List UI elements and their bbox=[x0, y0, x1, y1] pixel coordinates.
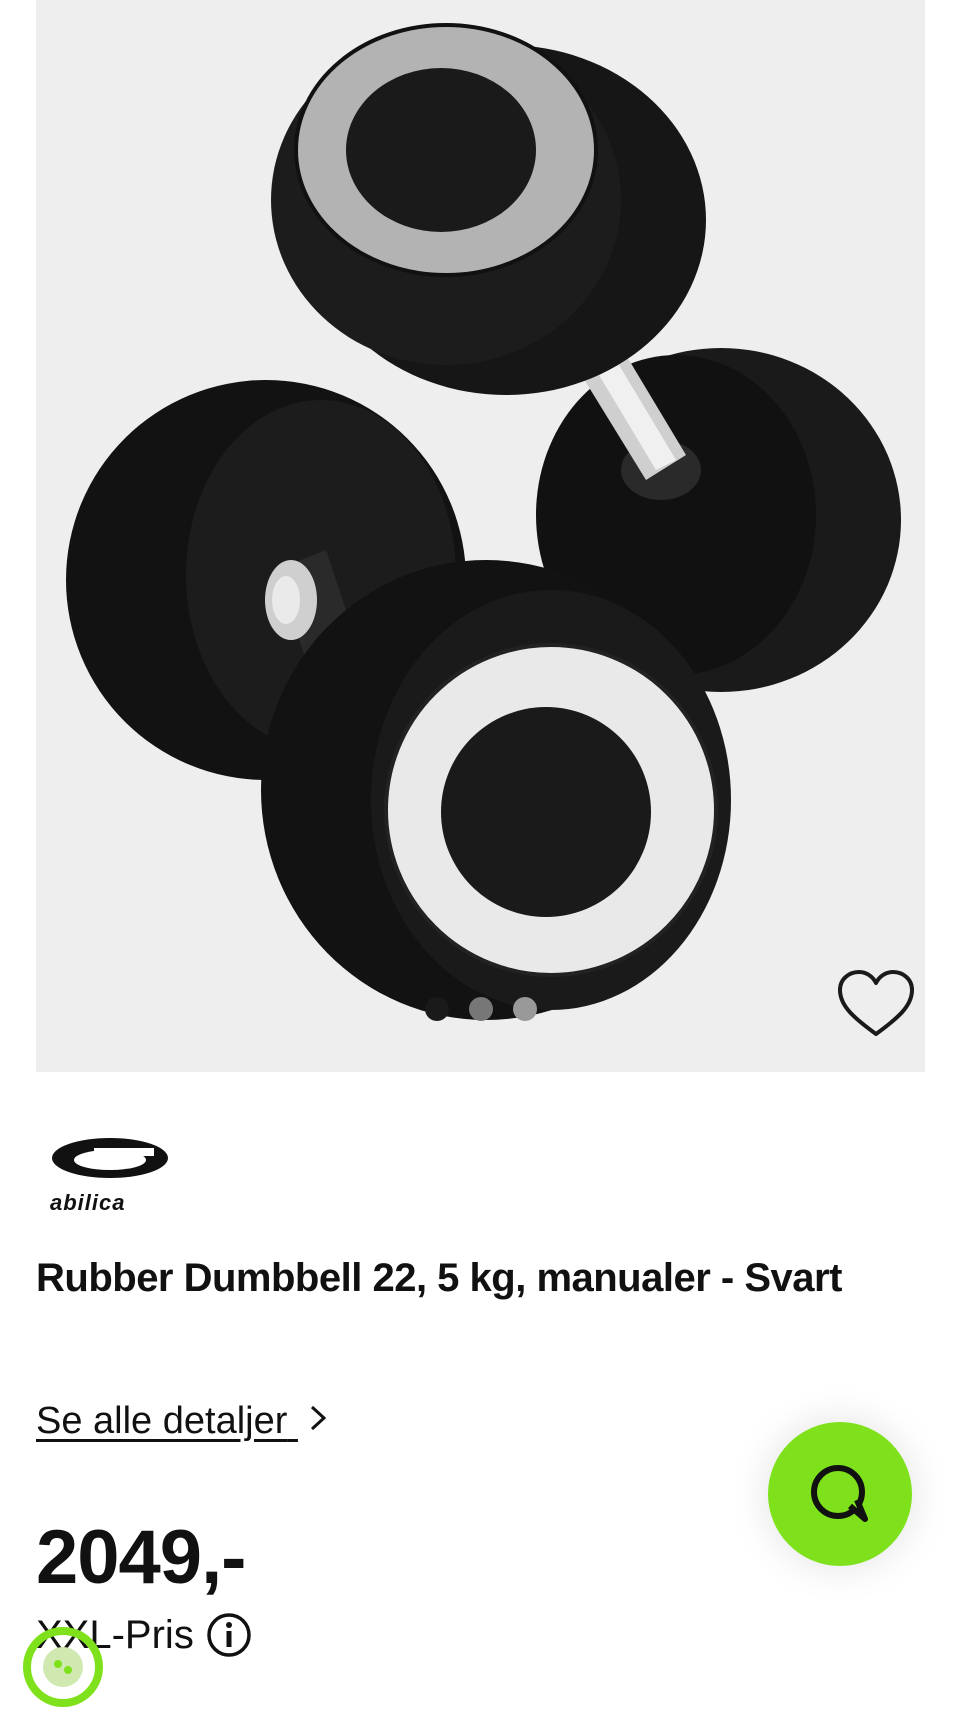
chat-bubble-icon bbox=[811, 1465, 868, 1522]
chevron-right-icon bbox=[308, 1400, 328, 1443]
dumbbell-product-photo bbox=[66, 23, 901, 1020]
carousel-dot-3[interactable] bbox=[512, 997, 537, 1021]
brand-logo-text: abilica bbox=[50, 1190, 126, 1215]
see-all-details-link[interactable]: Se alle detaljer bbox=[36, 1400, 328, 1443]
eco-badge-icon bbox=[23, 1627, 103, 1707]
info-icon[interactable] bbox=[206, 1612, 252, 1658]
carousel-indicator bbox=[36, 997, 925, 1021]
product-price: 2049,- bbox=[36, 1515, 246, 1600]
product-title: Rubber Dumbbell 22, 5 kg, manualer - Sva… bbox=[36, 1256, 842, 1300]
brand-logo[interactable]: abilica bbox=[50, 1128, 175, 1215]
carousel-dot-2[interactable] bbox=[468, 997, 493, 1021]
heart-icon bbox=[838, 970, 914, 1036]
chat-button[interactable] bbox=[768, 1422, 912, 1566]
product-image-carousel[interactable] bbox=[36, 0, 925, 1072]
wishlist-button[interactable] bbox=[834, 968, 918, 1040]
details-link-label: Se alle detaljer bbox=[36, 1400, 288, 1442]
carousel-dot-1[interactable] bbox=[424, 997, 449, 1021]
brand-logo-mark bbox=[52, 1138, 168, 1178]
